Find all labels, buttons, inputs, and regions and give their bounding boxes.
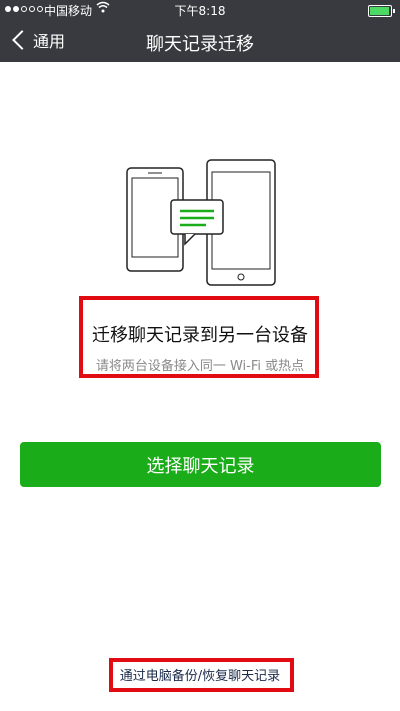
pc-backup-restore-link[interactable]: 通过电脑备份/恢复聊天记录 (0, 665, 400, 684)
headline: 迁移聊天记录到另一台设备 (92, 325, 308, 346)
battery-icon (368, 5, 395, 17)
page-title: 聊天记录迁移 (146, 34, 254, 55)
status-time: 下午8:18 (174, 4, 226, 18)
two-devices-chat-transfer-illustration (115, 150, 290, 295)
status-bar: 中国移动 下午8:18 (0, 0, 400, 20)
select-chat-history-button[interactable]: 选择聊天记录 (20, 442, 381, 487)
navigation-bar: 通用 聊天记录迁移 (0, 20, 400, 62)
top-bar: 中国移动 下午8:18 通用 聊天记录迁移 (0, 0, 400, 62)
subline: 请将两台设备接入同一 Wi-Fi 或热点 (95, 359, 305, 374)
